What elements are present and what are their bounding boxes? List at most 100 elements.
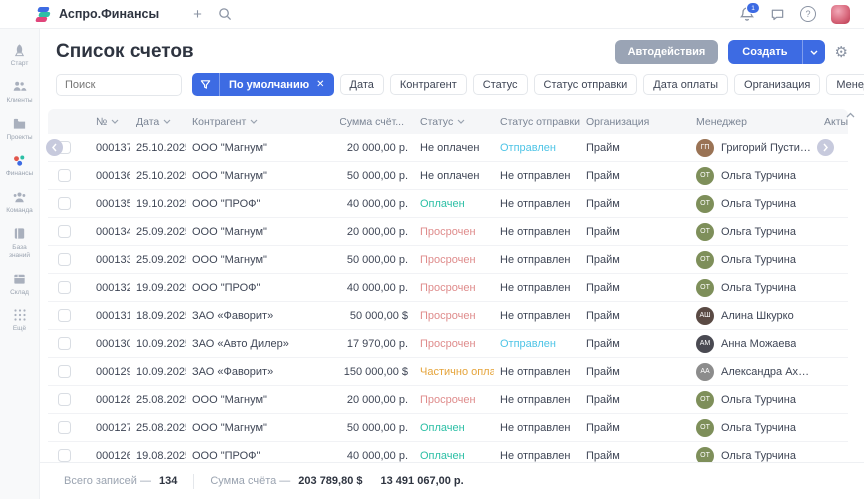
invoice-date: 18.09.2025: [130, 310, 186, 322]
row-checkbox[interactable]: [58, 421, 71, 434]
help-icon[interactable]: ?: [800, 6, 816, 22]
sidebar-nav: Старт Клиенты Проекты Финансы Команда Ба…: [0, 29, 40, 499]
chevron-down-icon: [111, 119, 119, 124]
filter-chip[interactable]: Контрагент: [390, 74, 467, 95]
chat-icon[interactable]: [770, 7, 785, 22]
table-row[interactable]: 000137 25.10.2025 ООО "Магнум" 20 000,00…: [48, 134, 848, 162]
start-icon: [12, 42, 27, 58]
row-checkbox[interactable]: [58, 197, 71, 210]
filter-chip[interactable]: Дата: [340, 74, 384, 95]
table-row[interactable]: 000131 18.09.2025 ЗАО «Фаворит» 50 000,0…: [48, 302, 848, 330]
create-dropdown-button[interactable]: [802, 40, 825, 64]
invoice-amount: 20 000,00 р.: [340, 142, 414, 154]
summary-footer: Всего записей — 134 Сумма счёта — 203 78…: [40, 462, 864, 499]
sidebar-item-team[interactable]: Команда: [0, 189, 40, 215]
organization: Прайм: [580, 198, 690, 210]
contractor: ЗАО «Фаворит»: [186, 366, 340, 378]
payment-status: Просрочен: [414, 282, 494, 294]
column-header[interactable]: Статус отправки: [494, 116, 580, 128]
table-row[interactable]: 000134 25.09.2025 ООО "Магнум" 20 000,00…: [48, 218, 848, 246]
send-status: Не отправлен: [494, 254, 580, 266]
scroll-left-button[interactable]: [46, 139, 63, 156]
sidebar-item-stock[interactable]: Склад: [0, 271, 40, 297]
payment-status: Просрочен: [414, 310, 494, 322]
send-status: Не отправлен: [494, 394, 580, 406]
table-row[interactable]: 000126 19.08.2025 ООО "ПРОФ" 40 000,00 р…: [48, 442, 848, 462]
column-header[interactable]: Менеджер: [690, 116, 818, 128]
table-row[interactable]: 000132 19.09.2025 ООО "ПРОФ" 40 000,00 р…: [48, 274, 848, 302]
invoice-number: 000137: [84, 142, 130, 154]
user-avatar[interactable]: [831, 5, 850, 24]
scroll-right-button[interactable]: [817, 139, 834, 156]
projects-icon: [12, 116, 27, 132]
table-row[interactable]: 000127 25.08.2025 ООО "Магнум" 50 000,00…: [48, 414, 848, 442]
default-filter-chip[interactable]: По умолчанию ✕: [220, 79, 334, 91]
organization: Прайм: [580, 338, 690, 350]
remove-filter-icon[interactable]: ✕: [316, 79, 324, 90]
manager-avatar: ОТ: [696, 167, 714, 185]
invoice-amount: 17 970,00 р.: [340, 338, 414, 350]
search-input[interactable]: [56, 74, 182, 96]
row-checkbox[interactable]: [58, 169, 71, 182]
filter-chip[interactable]: Статус: [473, 74, 528, 95]
row-checkbox[interactable]: [58, 449, 71, 462]
table-body: 000137 25.10.2025 ООО "Магнум" 20 000,00…: [48, 134, 848, 462]
create-button[interactable]: Создать: [728, 40, 801, 64]
contractor: ООО "ПРОФ": [186, 282, 340, 294]
sidebar-item-label: Клиенты: [6, 97, 32, 105]
invoice-amount: 40 000,00 р.: [340, 282, 414, 294]
column-header[interactable]: Статус: [414, 116, 494, 128]
manager-name: Алина Шкурко: [721, 310, 794, 322]
sidebar-item-start[interactable]: Старт: [0, 42, 40, 68]
filter-funnel-icon[interactable]: [192, 73, 220, 96]
sidebar-item-knowledge[interactable]: База знаний: [0, 226, 40, 260]
invoice-amount: 50 000,00 р.: [340, 170, 414, 182]
column-header[interactable]: Контрагент: [186, 116, 340, 128]
send-status: Не отправлен: [494, 422, 580, 434]
row-checkbox[interactable]: [58, 393, 71, 406]
scroll-top-icon[interactable]: [846, 105, 855, 123]
filter-chip[interactable]: Статус отправки: [534, 74, 638, 95]
column-header[interactable]: Организация: [580, 116, 690, 128]
table-row[interactable]: 000129 10.09.2025 ЗАО «Фаворит» 150 000,…: [48, 358, 848, 386]
column-header[interactable]: Дата: [130, 116, 186, 128]
table-row[interactable]: 000128 25.08.2025 ООО "Магнум" 20 000,00…: [48, 386, 848, 414]
quick-add-icon[interactable]: +: [193, 7, 202, 22]
column-header[interactable]: Акты: [818, 116, 848, 128]
contractor: ООО "ПРОФ": [186, 450, 340, 462]
main-content: Список счетов Автодействия Создать ⚙ По …: [40, 29, 864, 499]
sidebar-item-finance[interactable]: Финансы: [0, 152, 40, 178]
row-checkbox[interactable]: [58, 225, 71, 238]
row-checkbox[interactable]: [58, 253, 71, 266]
page-title: Список счетов: [56, 41, 194, 63]
row-checkbox[interactable]: [58, 337, 71, 350]
app-title: Аспро.Финансы: [59, 7, 159, 21]
filter-chip[interactable]: Организация: [734, 74, 820, 95]
chevron-right-icon: [822, 143, 829, 152]
table-row[interactable]: 000135 19.10.2025 ООО "ПРОФ" 40 000,00 р…: [48, 190, 848, 218]
filter-chip[interactable]: Менеджер: [826, 74, 864, 95]
sidebar-item-label: База знаний: [2, 244, 38, 260]
table-row[interactable]: 000130 10.09.2025 ЗАО «Авто Дилер» 17 97…: [48, 330, 848, 358]
sidebar-item-clients[interactable]: Клиенты: [0, 79, 40, 105]
app-logo-icon[interactable]: [34, 6, 51, 23]
manager-cell: ОТ Ольга Турчина: [690, 391, 818, 409]
table-row[interactable]: 000133 25.09.2025 ООО "Магнум" 50 000,00…: [48, 246, 848, 274]
row-checkbox[interactable]: [58, 309, 71, 322]
page-settings-gear-icon[interactable]: ⚙: [835, 45, 848, 60]
invoice-date: 19.09.2025: [130, 282, 186, 294]
autoactions-button[interactable]: Автодействия: [615, 40, 719, 64]
column-header[interactable]: №: [84, 116, 130, 128]
global-search-icon[interactable]: [218, 7, 232, 21]
column-header[interactable]: Сумма счёт...: [340, 116, 414, 128]
notifications-bell-icon[interactable]: 1: [739, 6, 755, 22]
sidebar-item-label: Склад: [10, 289, 29, 297]
filter-chip[interactable]: Дата оплаты: [643, 74, 728, 95]
sidebar-item-projects[interactable]: Проекты: [0, 116, 40, 142]
contractor: ООО "Магнум": [186, 422, 340, 434]
row-checkbox[interactable]: [58, 281, 71, 294]
manager-cell: ГП Григорий Пустиков: [690, 139, 818, 157]
table-row[interactable]: 000136 25.10.2025 ООО "Магнум" 50 000,00…: [48, 162, 848, 190]
sidebar-item-more[interactable]: Ещё: [0, 307, 40, 333]
row-checkbox[interactable]: [58, 365, 71, 378]
